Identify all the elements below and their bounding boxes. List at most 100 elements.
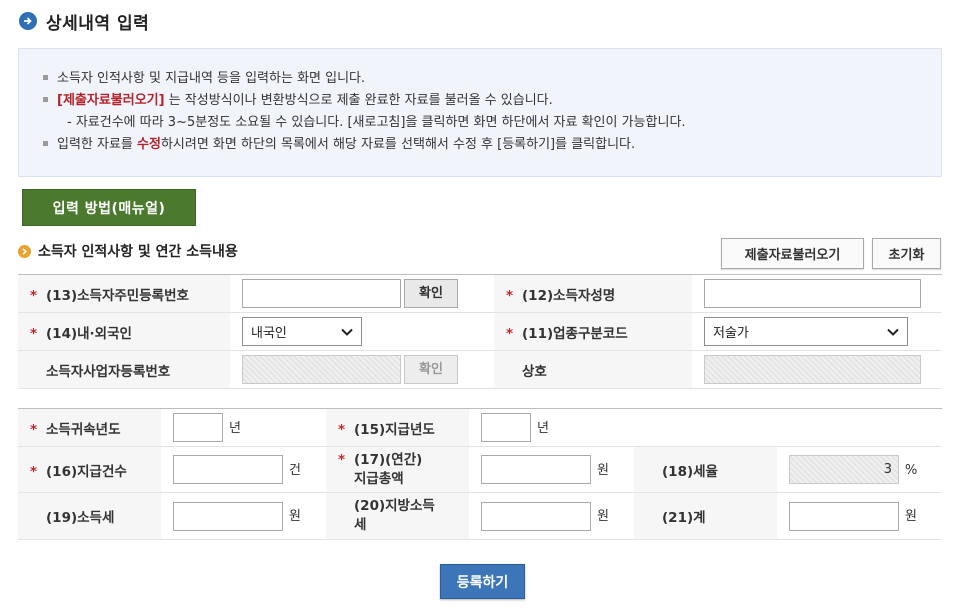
trade-name-input (704, 355, 921, 384)
register-button[interactable]: 등록하기 (440, 564, 525, 599)
pay-count-cell: 건 (161, 446, 326, 493)
required-mark: * (30, 325, 38, 342)
income-tax-cell: 원 (161, 492, 326, 540)
tax-rate-cell: 3% (777, 446, 942, 493)
info-line: 소득자 인적사항 및 지급내역 등을 입력하는 화면 입니다. (43, 68, 941, 90)
sum-input[interactable] (789, 501, 899, 531)
info-text: - 자료건수에 따라 3~5분정도 소요될 수 있습니다. [새로고침]을 클릭… (67, 115, 686, 130)
sum-label: (21)계 (634, 492, 777, 540)
biz-no-label: 소득자사업자등록번호 (18, 350, 230, 389)
name-input[interactable] (704, 279, 921, 308)
sum-cell: 원 (777, 492, 942, 540)
load-submitted-button[interactable]: 제출자료불러오기 (721, 238, 864, 269)
input-method-button[interactable]: 입력 방법(매뉴얼) (22, 189, 196, 226)
industry-code-select[interactable]: 저술가 (704, 317, 908, 346)
name-label: * (12)소득자성명 (494, 274, 692, 313)
label-text: 소득자사업자등록번호 (46, 363, 171, 380)
unit-label: 년 (537, 420, 549, 436)
form-row: * 소득귀속년도 년 * (15)지급년도 년 (18, 408, 942, 447)
label-text: (19)소득세 (46, 510, 115, 526)
bullet-icon (43, 141, 48, 146)
label-text: (16)지급건수 (46, 463, 127, 480)
form-row: * (16)지급건수 건 * (17)(연간) 지급총액 원 (18)세율 3% (18, 446, 942, 493)
label-text: (13)소득자주민등록번호 (46, 287, 189, 304)
page-header: 상세내역 입력 (19, 9, 150, 34)
trade-name-cell (692, 350, 942, 389)
label-text: (21)계 (662, 510, 706, 526)
page-title: 상세내역 입력 (46, 13, 150, 34)
empty-cell (777, 408, 942, 447)
bullet-icon (43, 97, 48, 102)
required-mark: * (506, 325, 514, 342)
biz-no-confirm-button: 확인 (404, 355, 458, 384)
label-text: 소득귀속년도 (46, 421, 121, 438)
unit-label: 건 (289, 462, 301, 478)
info-box: 소득자 인적사항 및 지급내역 등을 입력하는 화면 입니다. [제출자료불러오… (18, 48, 942, 177)
total-amount-cell: 원 (469, 446, 634, 493)
label-text: (15)지급년도 (354, 421, 435, 438)
belong-year-input[interactable] (173, 413, 223, 442)
unit-label: % (905, 462, 918, 478)
form-row: 소득자사업자등록번호 확인 상호 (18, 350, 942, 389)
income-tax-input[interactable] (173, 501, 283, 531)
info-text: 입력한 자료를 (57, 137, 138, 152)
biz-no-cell: 확인 (230, 350, 494, 389)
resident-no-input[interactable] (242, 279, 401, 308)
unit-label: 원 (597, 462, 609, 478)
pay-count-label: * (16)지급건수 (18, 446, 161, 493)
required-mark: * (506, 287, 514, 304)
required-mark: * (338, 421, 346, 438)
pay-count-input[interactable] (173, 455, 283, 484)
nationality-cell: 내국인 (230, 312, 494, 351)
empty-cell (634, 408, 777, 447)
annual-income-form: * 소득귀속년도 년 * (15)지급년도 년 * (16)지급건수 건 * (17)… (18, 408, 942, 540)
required-mark: * (30, 421, 38, 438)
info-text: 소득자 인적사항 및 지급내역 등을 입력하는 화면 입니다. (57, 71, 366, 86)
resident-no-label: * (13)소득자주민등록번호 (18, 274, 230, 313)
label-text: (17)(연간) (354, 451, 423, 468)
info-text: 하시려면 화면 하단의 목록에서 해당 자료를 선택해서 수정 후 [등록하기]… (160, 137, 636, 152)
name-cell (692, 274, 942, 313)
edit-highlight: 수정 (137, 137, 161, 152)
form-row: (19)소득세 원 (20)지방소득 세 원 (21)계 원 (18, 492, 942, 540)
info-line: [제출자료불러오기] 는 작성방식이나 변환방식으로 제출 완료한 자료를 불러… (43, 90, 941, 112)
nationality-label: * (14)내·외국인 (18, 312, 230, 351)
label-text: 상호 (522, 363, 547, 380)
info-text: 는 작성방식이나 변환방식으로 제출 완료한 자료를 불러올 수 있습니다. (164, 93, 553, 108)
biz-no-input (242, 355, 401, 384)
load-submitted-highlight: [제출자료불러오기] (57, 93, 165, 108)
unit-label: 년 (229, 420, 241, 436)
section-header: 소득자 인적사항 및 연간 소득내용 (18, 240, 238, 262)
industry-code-cell: 저술가 (692, 312, 942, 351)
belong-year-cell: 년 (161, 408, 326, 447)
info-line: 입력한 자료를 수정하시려면 화면 하단의 목록에서 해당 자료를 선택해서 수… (43, 134, 941, 156)
nationality-select[interactable]: 내국인 (242, 317, 362, 346)
unit-label: 원 (289, 509, 301, 524)
label-text: (11)업종구분코드 (522, 325, 628, 342)
label-text: (14)내·외국인 (46, 325, 132, 342)
label-text: 지급총액 (354, 470, 404, 487)
reset-button[interactable]: 초기화 (872, 238, 941, 269)
resident-no-confirm-button[interactable]: 확인 (404, 279, 458, 308)
tax-rate-label: (18)세율 (634, 446, 777, 493)
unit-label: 원 (905, 509, 917, 524)
arrow-right-circle-icon (19, 12, 37, 30)
income-earner-form: * (13)소득자주민등록번호 확인 * (12)소득자성명 * (14)내·외국인 … (18, 274, 942, 389)
belong-year-label: * 소득귀속년도 (18, 408, 161, 447)
info-line: - 자료건수에 따라 3~5분정도 소요될 수 있습니다. [새로고침]을 클릭… (43, 112, 941, 134)
required-mark: * (30, 287, 38, 304)
industry-code-label: * (11)업종구분코드 (494, 312, 692, 351)
label-text: (18)세율 (662, 463, 718, 480)
income-tax-label: (19)소득세 (18, 492, 161, 540)
label-text: 세 (354, 517, 367, 533)
tax-rate-field: 3 (789, 455, 899, 484)
pay-year-input[interactable] (481, 413, 531, 442)
form-row: * (14)내·외국인 내국인 * (11)업종구분코드 저술가 (18, 312, 942, 351)
chevron-down-icon (887, 328, 899, 336)
total-amount-label: * (17)(연간) 지급총액 (326, 446, 469, 493)
total-amount-input[interactable] (481, 455, 591, 484)
local-tax-cell: 원 (469, 492, 634, 540)
pay-year-label: * (15)지급년도 (326, 408, 469, 447)
select-value: 저술가 (713, 326, 749, 341)
local-tax-input[interactable] (481, 501, 591, 531)
